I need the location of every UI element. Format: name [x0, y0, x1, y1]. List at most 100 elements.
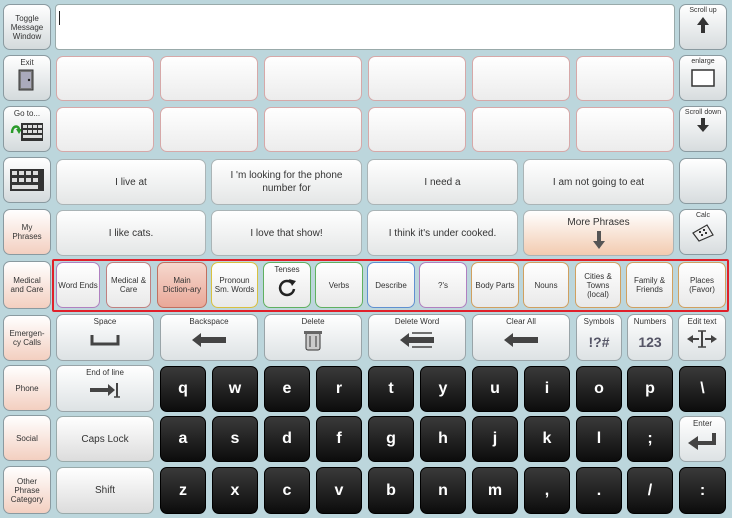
text-cursor	[59, 11, 60, 25]
phrase-slot[interactable]	[472, 107, 570, 152]
exit-button[interactable]: Exit	[3, 55, 51, 101]
delete-word-button[interactable]: Delete Word	[368, 314, 466, 361]
edit-text-button[interactable]: Edit text	[678, 314, 726, 361]
scroll-up-button[interactable]: Scroll up	[679, 4, 727, 50]
clear-all-button[interactable]: Clear All	[472, 314, 570, 361]
key-backslash[interactable]: \	[679, 366, 726, 412]
symbols-button[interactable]: Symbols !?#	[576, 314, 622, 361]
key-v[interactable]: v	[316, 467, 362, 514]
phrase-button[interactable]: I love that show!	[211, 210, 362, 256]
key-a[interactable]: a	[160, 416, 206, 462]
exit-label: Exit	[20, 58, 34, 67]
social-button[interactable]: Social	[3, 415, 51, 461]
key-z[interactable]: z	[160, 467, 206, 514]
category-main-dictionary[interactable]: Main Diction-ary	[157, 262, 207, 308]
category-cities-towns[interactable]: Cities & Towns (local)	[575, 262, 621, 308]
phrase-slot[interactable]	[368, 107, 466, 152]
key-period[interactable]: .	[576, 467, 622, 514]
message-window[interactable]	[55, 4, 675, 50]
phrase-slot[interactable]	[264, 107, 362, 152]
key-l[interactable]: l	[576, 416, 622, 462]
phrase-slot[interactable]	[56, 56, 154, 101]
my-phrases-button[interactable]: My Phrases	[3, 209, 51, 255]
backspace-button[interactable]: Backspace	[160, 314, 258, 361]
category-label: Pronoun Sm. Words	[214, 276, 255, 294]
key-r[interactable]: r	[316, 366, 362, 412]
phrase-button[interactable]: I 'm looking for the phone number for	[211, 159, 362, 205]
category-family-friends[interactable]: Family & Friends	[626, 262, 673, 308]
phrase-slot[interactable]	[576, 56, 674, 101]
key-x[interactable]: x	[212, 467, 258, 514]
phrase-button[interactable]: I am not going to eat	[523, 159, 674, 205]
category-tenses[interactable]: Tenses	[263, 262, 311, 308]
key-d[interactable]: d	[264, 416, 310, 462]
key-i[interactable]: i	[524, 366, 570, 412]
key-e[interactable]: e	[264, 366, 310, 412]
phrase-slot[interactable]	[576, 107, 674, 152]
caps-lock-button[interactable]: Caps Lock	[56, 416, 154, 462]
key-f[interactable]: f	[316, 416, 362, 462]
key-k[interactable]: k	[524, 416, 570, 462]
key-colon[interactable]: :	[679, 467, 726, 514]
medical-and-care-button[interactable]: Medical and Care	[3, 261, 51, 309]
category-body-parts[interactable]: Body Parts	[471, 262, 519, 308]
end-of-line-button[interactable]: End of line	[56, 365, 154, 412]
more-phrases-button[interactable]: More Phrases	[523, 210, 674, 256]
category-medical-care[interactable]: Medical & Care	[106, 262, 151, 308]
key-p[interactable]: p	[627, 366, 673, 412]
left-blank-key[interactable]	[3, 157, 51, 203]
my-phrases-label: My Phrases	[12, 223, 42, 241]
category-label: Main Diction-ary	[162, 276, 202, 294]
phone-button[interactable]: Phone	[3, 365, 51, 411]
key-y[interactable]: y	[420, 366, 466, 412]
key-g[interactable]: g	[368, 416, 414, 462]
category-nouns[interactable]: Nouns	[523, 262, 569, 308]
category-questions[interactable]: ?'s	[419, 262, 467, 308]
phrase-slot[interactable]	[368, 56, 466, 101]
key-j[interactable]: j	[472, 416, 518, 462]
delete-button[interactable]: Delete	[264, 314, 362, 361]
space-button[interactable]: Space	[56, 314, 154, 361]
key-semicolon[interactable]: ;	[627, 416, 673, 462]
key-h[interactable]: h	[420, 416, 466, 462]
emergency-calls-button[interactable]: Emergen-cy Calls	[3, 315, 51, 361]
phrase-slot[interactable]	[160, 56, 258, 101]
category-verbs[interactable]: Verbs	[315, 262, 363, 308]
key-o[interactable]: o	[576, 366, 622, 412]
right-blank-key[interactable]	[679, 158, 727, 204]
key-slash[interactable]: /	[627, 467, 673, 514]
key-m[interactable]: m	[472, 467, 518, 514]
key-u[interactable]: u	[472, 366, 518, 412]
calc-button[interactable]: Calc	[679, 209, 727, 255]
key-comma[interactable]: ,	[524, 467, 570, 514]
phrase-button[interactable]: I need a	[367, 159, 518, 205]
key-w[interactable]: w	[212, 366, 258, 412]
phrase-button[interactable]: I like cats.	[56, 210, 206, 256]
phrase-slot[interactable]	[160, 107, 258, 152]
key-b[interactable]: b	[368, 467, 414, 514]
phrase-slot[interactable]	[56, 107, 154, 152]
key-c[interactable]: c	[264, 467, 310, 514]
enter-button[interactable]: Enter	[679, 416, 726, 462]
phrase-button[interactable]: I live at	[56, 159, 206, 205]
category-word-ends[interactable]: Word Ends	[56, 262, 100, 308]
numbers-button[interactable]: Numbers 123	[627, 314, 673, 361]
shift-button[interactable]: Shift	[56, 467, 154, 514]
key-s[interactable]: s	[212, 416, 258, 462]
key-q[interactable]: q	[160, 366, 206, 412]
category-pronoun-small-words[interactable]: Pronoun Sm. Words	[211, 262, 258, 308]
key-n[interactable]: n	[420, 467, 466, 514]
category-places[interactable]: Places (Favor)	[678, 262, 726, 308]
enlarge-button[interactable]: enlarge	[679, 55, 727, 101]
category-describe[interactable]: Describe	[367, 262, 415, 308]
goto-button[interactable]: Go to...	[3, 106, 51, 152]
scroll-down-button[interactable]: Scroll down	[679, 106, 727, 152]
toggle-message-window-button[interactable]: Toggle Message Window	[3, 4, 51, 50]
key-t[interactable]: t	[368, 366, 414, 412]
phrase-button[interactable]: I think it's under cooked.	[367, 210, 518, 256]
phrase-slot[interactable]	[472, 56, 570, 101]
key-label: b	[386, 481, 396, 499]
other-phrase-category-button[interactable]: Other Phrase Category	[3, 466, 51, 514]
phrase-slot[interactable]	[264, 56, 362, 101]
key-label: f	[336, 430, 342, 447]
